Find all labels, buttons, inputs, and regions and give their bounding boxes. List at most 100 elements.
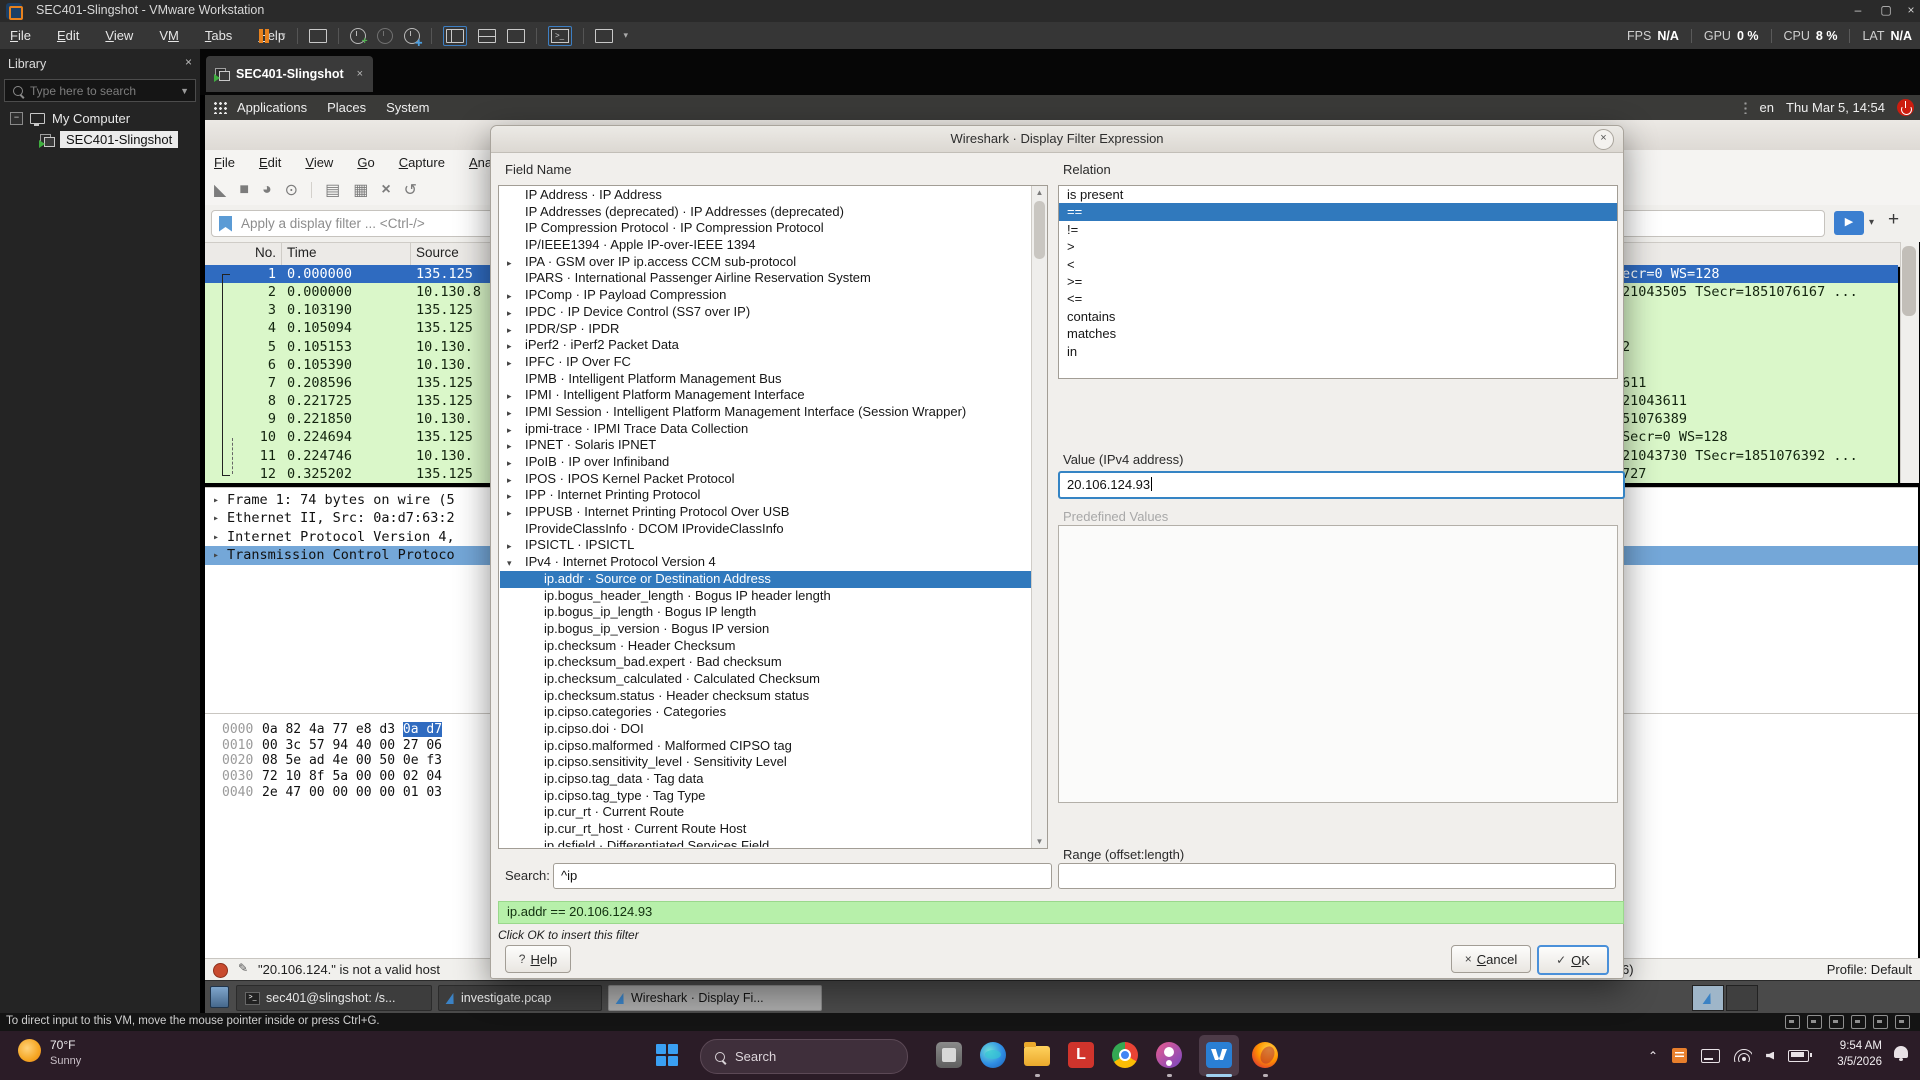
taskbar-app-firefox[interactable] (1252, 1042, 1278, 1068)
battery-icon[interactable] (1788, 1049, 1813, 1062)
taskbar-search-input[interactable]: Search (700, 1039, 908, 1074)
start-capture-icon[interactable]: ◣ (214, 180, 226, 200)
field-expand-icon[interactable]: ▸ (507, 322, 519, 339)
packet-list-scrollbar-thumb[interactable] (1902, 246, 1916, 316)
field-item[interactable]: ▸ IPComp · IP Payload Compression (500, 287, 1031, 304)
wireshark-menu-file[interactable]: File (214, 155, 235, 170)
close-file-icon[interactable]: × (381, 181, 390, 199)
relation-item[interactable]: != (1059, 221, 1617, 238)
taskbar-app-file-explorer[interactable] (1024, 1042, 1050, 1066)
column-time[interactable]: Time (287, 245, 317, 260)
field-item[interactable]: IPARS · International Passenger Airline … (500, 270, 1031, 287)
field-item[interactable]: IProvideClassInfo · DCOM IProvideClassIn… (500, 521, 1031, 538)
field-expand-icon[interactable]: ▸ (507, 405, 519, 422)
field-item[interactable]: ip.checksum_bad.expert · Bad checksum (500, 654, 1031, 671)
take-snapshot-icon[interactable]: + (349, 27, 368, 46)
field-item[interactable]: ▸ IPOS · IPOS Kernel Packet Protocol (500, 471, 1031, 488)
relation-item[interactable]: is present (1059, 186, 1617, 203)
column-no[interactable]: No. (205, 245, 276, 260)
relation-item[interactable]: matches (1059, 325, 1617, 342)
capture-options-icon[interactable]: ⊙ (285, 180, 298, 200)
field-expand-icon[interactable]: ▸ (507, 288, 519, 305)
field-item[interactable]: ip.checksum_calculated · Calculated Chec… (500, 671, 1031, 688)
taskbar-app-vmware[interactable] (1206, 1042, 1232, 1068)
field-item[interactable]: ip.cur_rt_host · Current Route Host (500, 821, 1031, 838)
relation-item[interactable]: > (1059, 238, 1617, 255)
expert-info-icon[interactable] (213, 963, 228, 978)
field-item[interactable]: ▸ IPPUSB · Internet Printing Protocol Ove… (500, 504, 1031, 521)
restart-capture-icon[interactable]: ◕ (262, 181, 272, 199)
fullscreen-dropdown-icon[interactable]: ▾ (624, 30, 629, 41)
scroll-down-icon[interactable]: ▼ (1032, 835, 1047, 848)
field-item[interactable]: IP Address · IP Address (500, 187, 1031, 204)
taskbar-app-people[interactable] (1156, 1042, 1182, 1068)
field-item[interactable]: ip.cipso.tag_type · Tag Type (500, 788, 1031, 805)
send-ctrl-alt-del-icon[interactable] (308, 28, 327, 43)
field-list-scrollbar-thumb[interactable] (1034, 201, 1045, 259)
guest-menu-applications[interactable]: Applications (237, 100, 307, 115)
field-expand-icon[interactable]: ▸ (507, 355, 519, 372)
field-item[interactable]: IP/IEEE1394 · Apple IP-over-IEEE 1394 (500, 237, 1031, 254)
relation-item[interactable]: in (1059, 343, 1617, 360)
wireshark-menu-edit[interactable]: Edit (259, 155, 281, 170)
taskbar-app-edge[interactable] (980, 1042, 1006, 1068)
start-button[interactable] (656, 1044, 678, 1066)
filter-add-button[interactable]: + (1888, 209, 1899, 231)
range-input[interactable] (1058, 863, 1616, 889)
field-item[interactable]: IP Compression Protocol · IP Compression… (500, 220, 1031, 237)
field-item[interactable]: ▸ IPP · Internet Printing Protocol (500, 487, 1031, 504)
field-item[interactable]: ▸ iPerf2 · iPerf2 Packet Data (500, 337, 1031, 354)
taskbar-app-photos[interactable] (936, 1042, 962, 1068)
save-file-icon[interactable]: ▦ (353, 180, 368, 200)
workspace-2[interactable] (1726, 985, 1758, 1011)
field-item[interactable]: ip.cipso.categories · Categories (500, 704, 1031, 721)
manage-snapshots-icon[interactable]: ✚ (403, 27, 423, 47)
field-expand-icon[interactable]: ▸ (507, 338, 519, 355)
relation-item[interactable]: >= (1059, 273, 1617, 290)
usb-icon[interactable] (1851, 1015, 1866, 1029)
field-name-list[interactable]: IP Address · IP Address IP Addresses (dep… (498, 185, 1048, 849)
filter-apply-button[interactable]: ▶ (1834, 211, 1864, 235)
open-file-icon[interactable]: ▤ (325, 180, 340, 200)
field-item[interactable]: ▸ IPA · GSM over IP ip.access CCM sub-pro… (500, 254, 1031, 271)
guest-clock[interactable]: Thu Mar 5, 14:54 (1786, 100, 1885, 115)
field-item[interactable]: ip.bogus_header_length · Bogus IP header… (500, 588, 1031, 605)
field-item[interactable]: ▸ IPMI · Intelligent Platform Management … (500, 387, 1031, 404)
field-item[interactable]: ip.checksum · Header Checksum (500, 638, 1031, 655)
capture-comment-icon[interactable]: ✎ (238, 961, 248, 975)
field-item[interactable]: ip.cipso.doi · DOI (500, 721, 1031, 738)
dialog-close-icon[interactable]: × (1593, 129, 1614, 150)
field-expand-icon[interactable]: ▸ (507, 538, 519, 555)
relation-item[interactable]: == (1059, 203, 1617, 221)
profile-label[interactable]: Profile: Default (1827, 962, 1912, 977)
field-item[interactable]: IPMB · Intelligent Platform Management B… (500, 371, 1031, 388)
vm-tab-close-icon[interactable]: × (357, 68, 363, 80)
field-expand-icon[interactable]: ▸ (507, 488, 519, 505)
ok-button[interactable]: ✓ OK (1537, 945, 1609, 975)
expand-arrow-icon[interactable]: ▸ (213, 529, 219, 547)
sound-icon[interactable] (1873, 1015, 1888, 1029)
value-input[interactable]: 20.106.124.93 (1058, 471, 1625, 499)
show-desktop-icon[interactable] (210, 986, 229, 1008)
field-expand-icon[interactable]: ▸ (507, 255, 519, 272)
tree-collapse-icon[interactable]: − (10, 112, 23, 125)
field-item[interactable]: ip.dsfield · Differentiated Services Fie… (500, 838, 1031, 847)
tray-chevron-icon[interactable]: ⌃ (1648, 1049, 1658, 1063)
column-source[interactable]: Source (416, 245, 459, 260)
cancel-button[interactable]: × Cancel (1451, 945, 1531, 973)
field-item[interactable]: ▸ IPFC · IP Over FC (500, 354, 1031, 371)
filter-dropdown-icon[interactable]: ▾ (1869, 217, 1874, 228)
field-expand-icon[interactable]: ▸ (507, 455, 519, 472)
console-view-toggle[interactable]: >_ (547, 25, 572, 46)
display-icon[interactable] (1895, 1015, 1910, 1029)
expand-arrow-icon[interactable]: ▸ (213, 510, 219, 528)
network-adapter-icon[interactable] (1829, 1015, 1844, 1029)
cd-rom-icon[interactable] (1807, 1015, 1822, 1029)
menu-view[interactable]: View (105, 28, 133, 43)
wifi-icon[interactable] (1734, 1049, 1753, 1062)
wireshark-menu-go[interactable]: Go (357, 155, 374, 170)
app-grid-icon[interactable] (213, 101, 227, 114)
vmware-close-button[interactable]: × (1900, 0, 1920, 22)
vmware-tray-icon[interactable] (1672, 1048, 1688, 1063)
field-item[interactable]: ip.cipso.malformed · Malformed CIPSO tag (500, 738, 1031, 755)
